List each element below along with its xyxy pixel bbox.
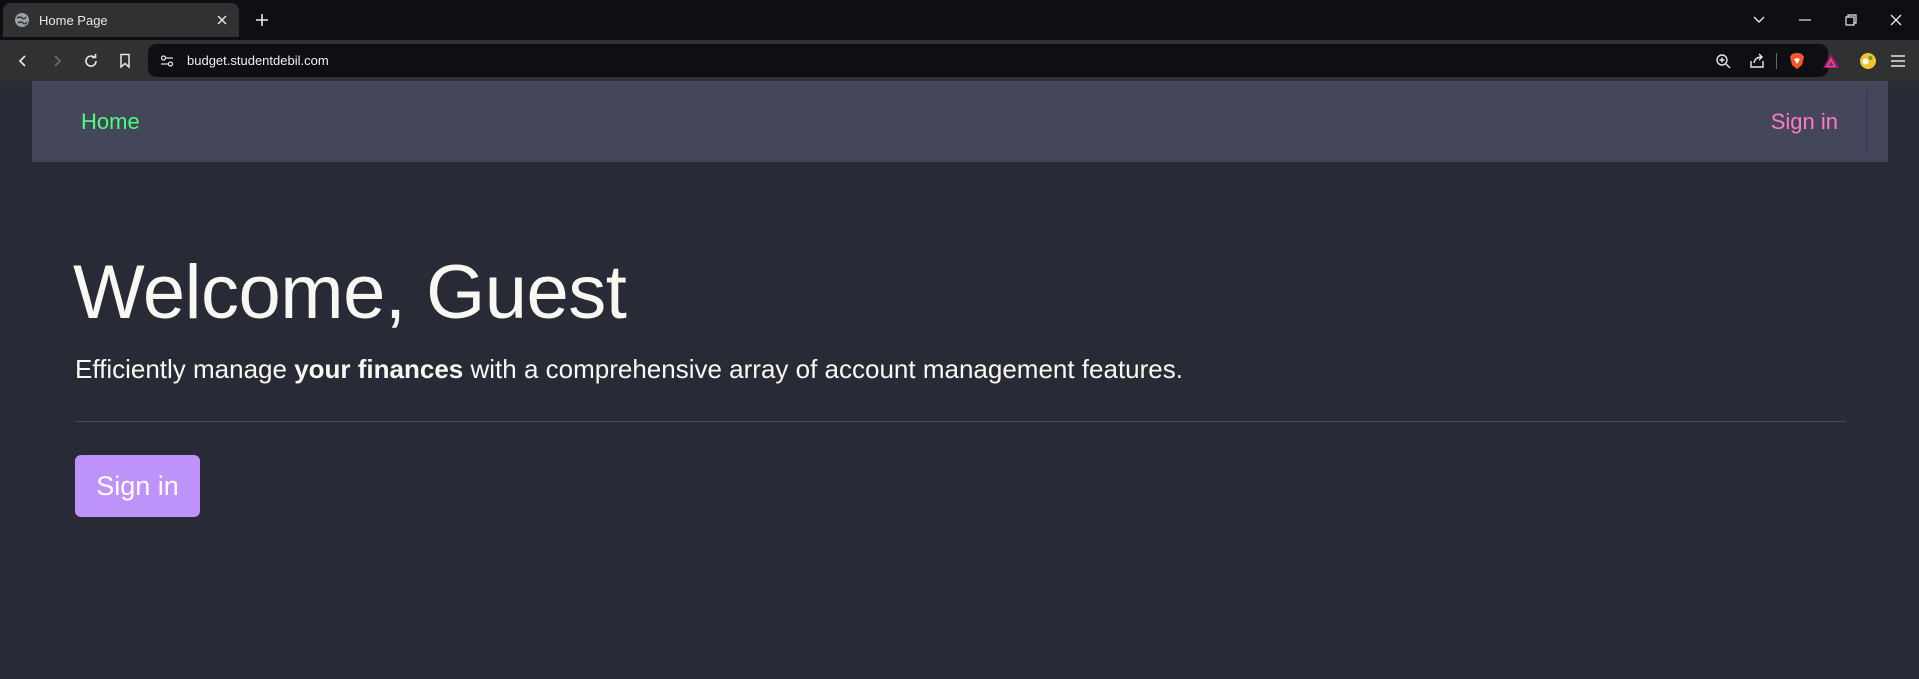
new-tab-button[interactable] bbox=[249, 7, 275, 33]
back-arrow-icon[interactable] bbox=[8, 46, 38, 76]
lead-text-emphasis: your finances bbox=[294, 354, 464, 384]
reload-icon[interactable] bbox=[76, 46, 106, 76]
site-navbar: Home Sign in bbox=[32, 81, 1888, 162]
address-bar[interactable]: budget.studentdebil.com bbox=[148, 44, 1839, 77]
address-bar-divider bbox=[1776, 53, 1777, 69]
hero-lead-text: Efficiently manage your finances with a … bbox=[75, 354, 1183, 385]
browser-tab-strip: Home Page bbox=[0, 0, 1919, 40]
nav-home-link[interactable]: Home bbox=[81, 81, 140, 162]
tab-search-icon[interactable] bbox=[1736, 0, 1782, 40]
minimize-window-icon[interactable] bbox=[1782, 0, 1828, 40]
bookmark-icon[interactable] bbox=[110, 46, 140, 76]
page-content: Home Sign in Welcome, Guest Efficiently … bbox=[0, 81, 1919, 679]
restore-window-icon[interactable] bbox=[1828, 0, 1874, 40]
profile-avatar-icon[interactable] bbox=[1857, 50, 1879, 72]
page-title: Welcome, Guest bbox=[73, 250, 627, 335]
browser-toolbar: budget.studentdebil.com bbox=[0, 40, 1919, 81]
site-settings-icon[interactable] bbox=[158, 52, 176, 70]
nav-signin-link[interactable]: Sign in bbox=[1771, 81, 1838, 162]
close-tab-icon[interactable] bbox=[211, 9, 233, 31]
tab-title: Home Page bbox=[39, 12, 108, 28]
forward-arrow-icon[interactable] bbox=[42, 46, 72, 76]
lead-text-start: Efficiently manage bbox=[75, 354, 295, 384]
url-text[interactable]: budget.studentdebil.com bbox=[187, 44, 329, 77]
close-window-icon[interactable] bbox=[1873, 0, 1919, 40]
hero-divider bbox=[75, 421, 1846, 422]
lead-text-end: with a comprehensive array of account ma… bbox=[463, 354, 1183, 384]
signin-button[interactable]: Sign in bbox=[75, 455, 200, 517]
menu-hamburger-icon[interactable] bbox=[1887, 50, 1909, 72]
share-icon[interactable] bbox=[1746, 50, 1768, 72]
browser-tab[interactable]: Home Page bbox=[3, 3, 239, 37]
zoom-icon[interactable] bbox=[1712, 50, 1734, 72]
globe-icon bbox=[14, 12, 30, 28]
brave-shields-icon[interactable] bbox=[1786, 50, 1808, 72]
brave-rewards-icon[interactable] bbox=[1820, 50, 1842, 72]
nav-divider bbox=[1866, 90, 1868, 154]
